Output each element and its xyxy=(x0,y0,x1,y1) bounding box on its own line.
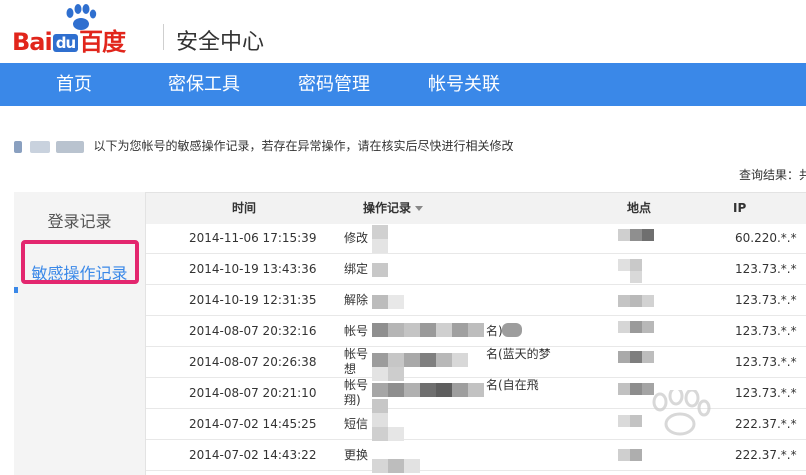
redaction-mosaic-operation xyxy=(372,225,522,473)
redaction-mosaic-location xyxy=(618,229,654,461)
cell-ip: 123.73.*.* xyxy=(735,324,797,338)
highlight-annotation xyxy=(21,240,139,284)
redacted-username xyxy=(29,140,50,153)
baidu-logo[interactable]: Bai du 百度 xyxy=(12,4,152,57)
redacted-username xyxy=(55,140,84,153)
cell-ip: 222.37.*.* xyxy=(735,417,797,431)
cell-time: 2014-08-07 20:32:16 xyxy=(189,324,317,338)
sort-down-icon xyxy=(415,206,424,211)
tab-login-records[interactable]: 登录记录 xyxy=(14,208,145,232)
main-nav: 首页 密保工具 密码管理 帐号关联 xyxy=(0,63,806,106)
logo-du: du xyxy=(52,34,79,52)
column-header-operation[interactable]: 操作记录 xyxy=(363,193,424,224)
query-result-label: 查询结果：共 xyxy=(739,168,806,182)
column-header-ip: IP xyxy=(733,201,747,215)
cell-time: 2014-07-02 14:45:25 xyxy=(189,417,317,431)
column-header-operation-label: 操作记录 xyxy=(363,201,412,215)
cell-ip: 123.73.*.* xyxy=(735,355,797,369)
cell-time: 2014-08-07 20:26:38 xyxy=(189,355,317,369)
nav-item-password-management[interactable]: 密码管理 xyxy=(298,63,370,106)
nav-item-home[interactable]: 首页 xyxy=(56,63,92,106)
logo-bai: Bai xyxy=(12,28,53,56)
cell-ip: 123.73.*.* xyxy=(735,262,797,276)
column-header-time: 时间 xyxy=(232,201,257,215)
page-title: 安全中心 xyxy=(176,30,265,55)
records-table: 时间 操作记录 地点 IP 2014-11-06 17:15:39 修改 60.… xyxy=(146,192,806,475)
cell-ip: 60.220.*.* xyxy=(735,231,797,245)
cell-time: 2014-07-02 14:43:22 xyxy=(189,448,317,462)
cell-time: 2014-11-06 17:15:39 xyxy=(189,231,317,245)
nav-item-account-linking[interactable]: 帐号关联 xyxy=(428,63,500,106)
header-divider xyxy=(163,24,164,50)
cell-ip: 123.73.*.* xyxy=(735,386,797,400)
cell-time: 2014-10-19 13:43:36 xyxy=(189,262,317,276)
intro-text: 以下为您帐号的敏感操作记录，若存在异常操作，请在核实后尽快进行相关修改 xyxy=(93,139,514,153)
logo-baidu-cn: 百度 xyxy=(79,28,126,56)
cell-ip: 123.73.*.* xyxy=(735,293,797,307)
intro-line: 以下为您帐号的敏感操作记录，若存在异常操作，请在核实后尽快进行相关修改 xyxy=(14,137,514,154)
cell-ip: 222.37.*.* xyxy=(735,448,797,462)
column-header-location: 地点 xyxy=(627,201,652,215)
header: Bai du 百度 安全中心 xyxy=(0,0,806,63)
redacted-username xyxy=(14,140,22,153)
side-tabs: 登录记录 敏感操作记录 xyxy=(14,192,146,475)
table-header: 时间 操作记录 地点 IP xyxy=(146,192,806,224)
cell-time: 2014-08-07 20:21:10 xyxy=(189,386,317,400)
active-tab-marker xyxy=(14,287,18,293)
logo-wordmark: Bai du 百度 xyxy=(12,22,126,57)
nav-item-security-tools[interactable]: 密保工具 xyxy=(168,63,240,106)
cell-time: 2014-10-19 12:31:35 xyxy=(189,293,317,307)
